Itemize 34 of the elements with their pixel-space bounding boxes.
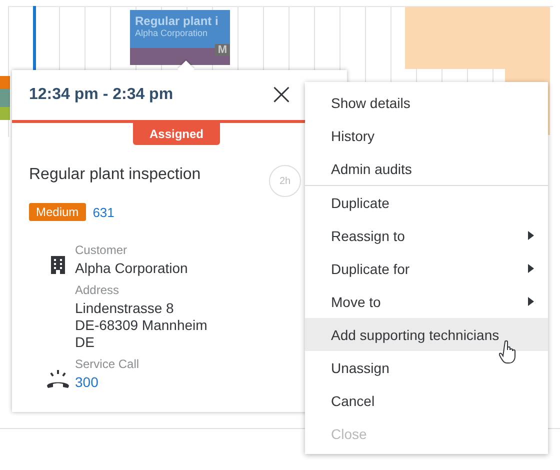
menu-item[interactable]: Duplicate xyxy=(305,186,548,219)
activity-number-link[interactable]: 631 xyxy=(92,204,114,220)
priority-tag: Medium xyxy=(29,203,86,221)
event-title: Regular plant i xyxy=(135,14,220,28)
field-value: Lindenstrasse 8 xyxy=(75,300,175,317)
duration-chip: 2h xyxy=(269,165,301,197)
menu-item[interactable]: Move to xyxy=(305,285,548,318)
service-call-link[interactable]: 300 xyxy=(75,374,140,391)
field-value: DE xyxy=(75,334,96,351)
event-strip xyxy=(0,76,10,120)
menu-item[interactable]: Unassign xyxy=(305,351,548,384)
field-value: DE-68309 Mannheim xyxy=(75,317,208,334)
event-title: Regular plant inspection xyxy=(29,166,202,184)
menu-item[interactable]: Duplicate for xyxy=(305,252,548,285)
submenu-arrow-icon xyxy=(528,297,534,306)
event-customer: Alpha Corporation xyxy=(135,28,209,38)
phone-icon xyxy=(45,369,71,389)
menu-item[interactable]: History xyxy=(305,119,548,152)
submenu-arrow-icon xyxy=(528,231,534,240)
menu-item[interactable]: Show details xyxy=(305,86,548,119)
building-icon xyxy=(50,255,66,275)
field-value: Alpha Corporation xyxy=(75,260,188,277)
menu-item[interactable]: Add supporting technicians xyxy=(305,318,548,351)
menu-item[interactable]: Admin audits xyxy=(305,152,548,185)
close-button[interactable]: × xyxy=(264,80,298,110)
field-label: Service Call xyxy=(75,357,140,371)
menu-item[interactable]: Cancel xyxy=(305,384,548,417)
field-label: Address xyxy=(75,283,120,297)
field-label: Customer xyxy=(75,243,128,257)
time-range: 12:34 pm - 2:34 pm xyxy=(29,86,174,104)
menu-item[interactable]: Reassign to xyxy=(305,219,548,252)
status-badge: Assigned xyxy=(133,123,220,145)
submenu-arrow-icon xyxy=(528,264,534,273)
event-badge: M xyxy=(214,44,230,56)
